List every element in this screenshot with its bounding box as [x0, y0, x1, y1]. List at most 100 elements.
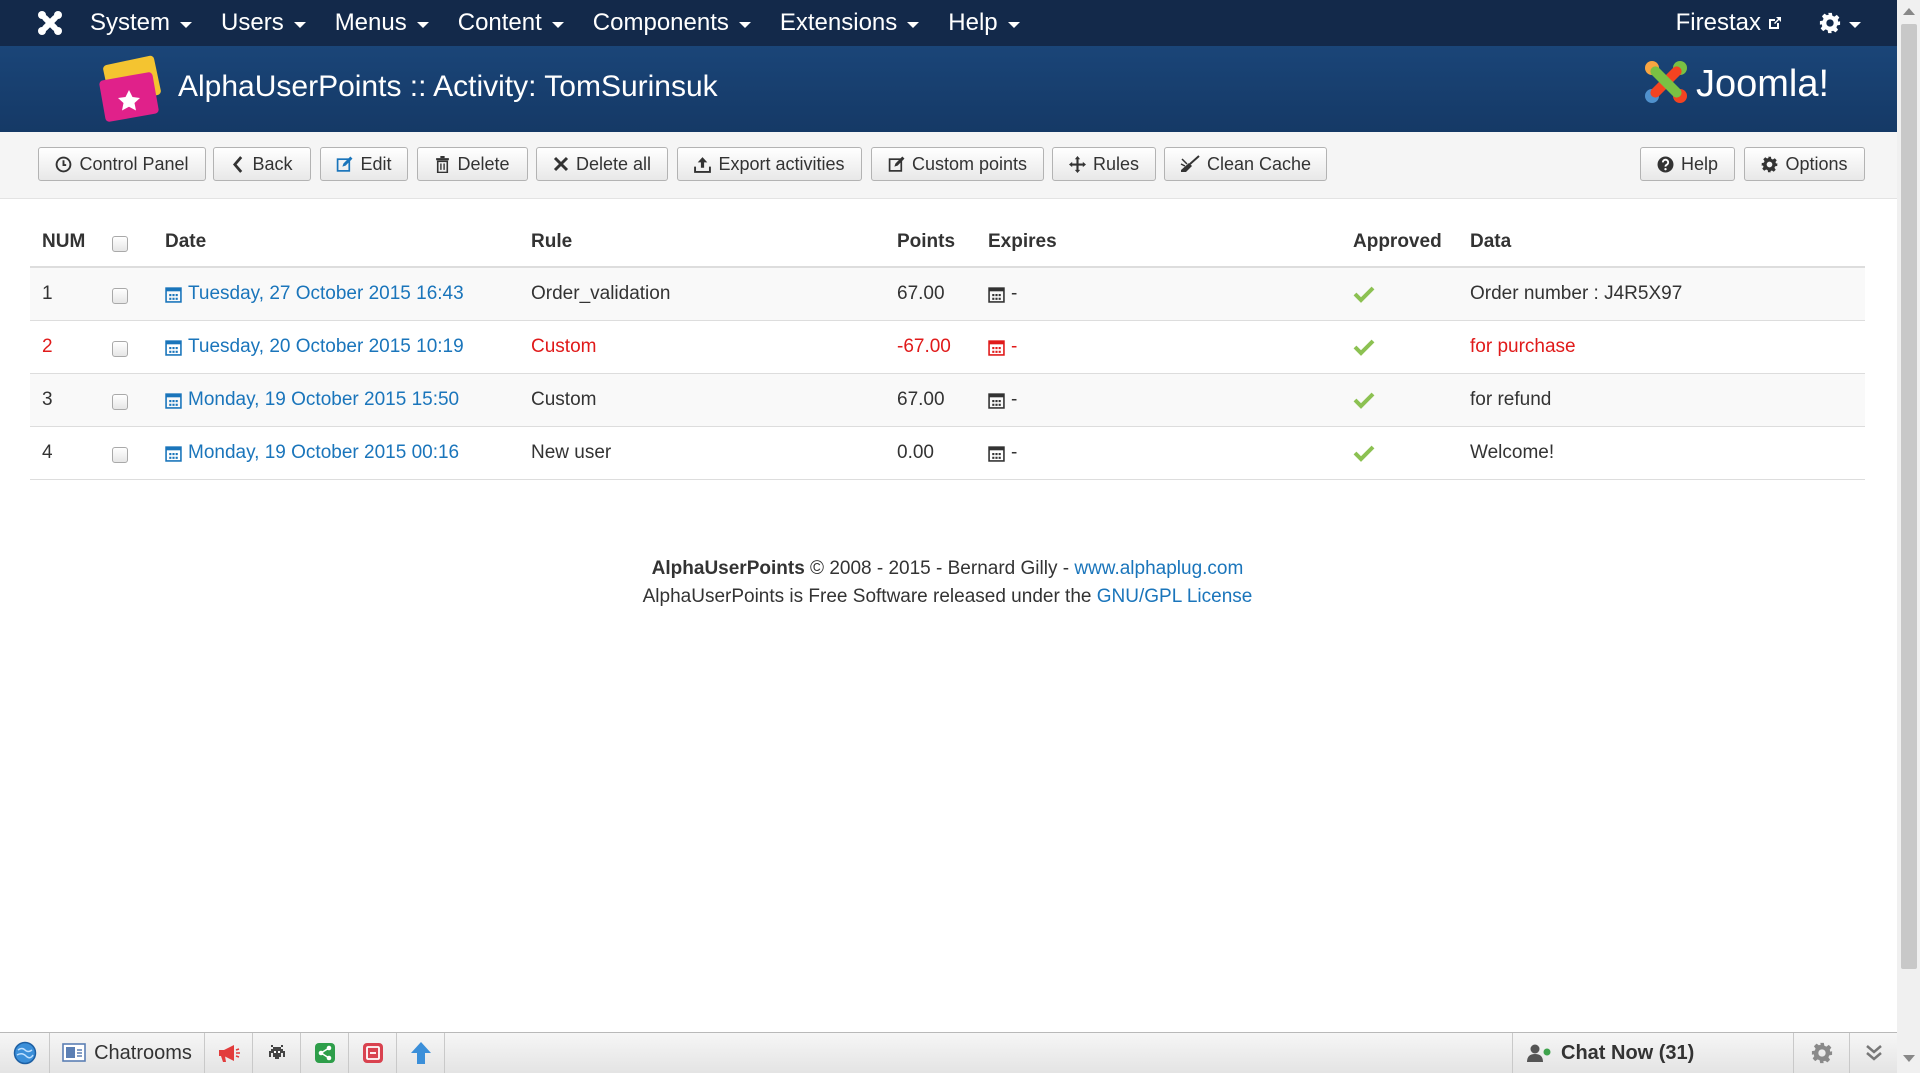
joomla-brand-text: Joomla!	[1696, 63, 1829, 105]
caret-down-icon	[1007, 21, 1020, 28]
row-data: Welcome!	[1470, 442, 1555, 463]
chat-home-button[interactable]	[0, 1033, 50, 1073]
menu-users[interactable]: Users	[221, 9, 306, 37]
chatrooms-button[interactable]: Chatrooms	[50, 1033, 205, 1073]
chat-settings-button[interactable]	[1794, 1033, 1850, 1073]
row-checkbox[interactable]	[112, 341, 128, 357]
external-link-icon	[1769, 17, 1781, 29]
row-checkbox[interactable]	[112, 394, 128, 410]
control-panel-button[interactable]: Control Panel	[38, 147, 206, 181]
double-chevron-down-icon	[1865, 1045, 1882, 1061]
export-activities-label: Export activities	[718, 153, 845, 174]
arrow-up-icon	[410, 1042, 431, 1064]
row-date-link[interactable]: Monday, 19 October 2015 15:50	[165, 374, 459, 426]
scrollbar-thumb[interactable]	[1901, 24, 1917, 969]
row-date-link[interactable]: Tuesday, 20 October 2015 10:19	[165, 321, 464, 373]
row-rule: Order_validation	[531, 283, 671, 304]
options-button[interactable]: Options	[1744, 147, 1865, 181]
help-button[interactable]: Help	[1640, 147, 1735, 181]
joomla-brand-logo: Joomla!	[1645, 61, 1829, 105]
component-footer: AlphaUserPoints © 2008 - 2015 - Bernard …	[0, 555, 1895, 611]
footer-line-2: AlphaUserPoints is Free Software release…	[0, 583, 1895, 611]
row-points: 67.00	[897, 389, 945, 410]
site-link[interactable]: Firestax	[1676, 9, 1783, 37]
share-button[interactable]	[301, 1033, 349, 1073]
delete-all-button[interactable]: Delete all	[536, 147, 668, 181]
menu-help[interactable]: Help	[948, 9, 1020, 37]
site-name-label: Firestax	[1675, 9, 1761, 36]
menu-system[interactable]: System	[90, 9, 193, 37]
export-activities-button[interactable]: Export activities	[677, 147, 862, 181]
upload-button[interactable]	[397, 1033, 445, 1073]
header-approved[interactable]: Approved	[1353, 218, 1442, 266]
row-data: Order number : J4R5X97	[1470, 283, 1683, 304]
menu-menus-label: Menus	[334, 9, 407, 36]
scroll-up-arrow-icon[interactable]	[1903, 8, 1915, 15]
gear-icon	[1819, 12, 1841, 34]
row-approved	[1353, 268, 1375, 320]
row-approved	[1353, 427, 1375, 479]
games-button[interactable]	[253, 1033, 301, 1073]
row-select-cell	[112, 374, 128, 426]
row-data: for refund	[1470, 389, 1552, 410]
row-checkbox[interactable]	[112, 447, 128, 463]
header-points[interactable]: Points	[897, 218, 955, 266]
custom-points-button[interactable]: Custom points	[871, 147, 1044, 181]
calendar-icon	[165, 392, 182, 409]
menu-menus[interactable]: Menus	[335, 9, 429, 37]
chat-minimize-button[interactable]	[1850, 1033, 1897, 1073]
clean-cache-button[interactable]: Clean Cache	[1164, 147, 1327, 181]
control-panel-icon	[56, 156, 72, 172]
table-row: 3 Monday, 19 October 2015 15:50 Custom 6…	[30, 374, 1865, 427]
header-num[interactable]: NUM	[42, 218, 85, 266]
menu-components[interactable]: Components	[593, 9, 751, 37]
user-settings-dropdown[interactable]	[1819, 12, 1861, 34]
menu-content[interactable]: Content	[458, 9, 564, 37]
custom-points-label: Custom points	[911, 153, 1028, 174]
header-data[interactable]: Data	[1470, 218, 1511, 266]
back-button[interactable]: Back	[213, 147, 311, 181]
row-num: 4	[42, 442, 53, 463]
clean-cache-label: Clean Cache	[1206, 153, 1312, 174]
chatrooms-label: Chatrooms	[94, 1041, 192, 1064]
row-expires-text: -	[1011, 442, 1018, 463]
gear-icon	[1762, 156, 1778, 172]
delete-button[interactable]: Delete	[417, 147, 528, 181]
menu-extensions[interactable]: Extensions	[780, 9, 920, 37]
delete-all-label: Delete all	[575, 153, 652, 174]
chat-now-button[interactable]: Chat Now (31)	[1512, 1033, 1794, 1073]
row-checkbox[interactable]	[112, 288, 128, 304]
row-date-text: Monday, 19 October 2015 00:16	[188, 442, 460, 463]
header-date[interactable]: Date	[165, 218, 206, 266]
apps-button[interactable]	[349, 1033, 397, 1073]
checkmark-icon	[1353, 339, 1375, 356]
row-date-link[interactable]: Tuesday, 27 October 2015 16:43	[165, 268, 464, 320]
header-rule[interactable]: Rule	[531, 218, 572, 266]
caret-down-icon	[907, 21, 920, 28]
footer-license-link[interactable]: GNU/GPL License	[1097, 586, 1253, 607]
trash-icon	[436, 155, 450, 173]
row-expires-text: -	[1011, 389, 1018, 410]
edit-icon	[337, 156, 353, 172]
calendar-icon	[988, 445, 1005, 462]
users-online-icon	[1527, 1044, 1551, 1062]
row-select-cell	[112, 427, 128, 479]
admin-menubar: System Users Menus Content Components Ex…	[0, 0, 1897, 46]
delete-label: Delete	[457, 153, 510, 174]
question-icon	[1657, 156, 1674, 172]
announcements-button[interactable]	[205, 1033, 253, 1073]
header-expires[interactable]: Expires	[988, 218, 1057, 266]
activity-table: NUM Date Rule Points Expires Approved Da…	[30, 218, 1865, 480]
menu-system-label: System	[90, 9, 171, 36]
globe-icon	[13, 1041, 36, 1065]
edit-button[interactable]: Edit	[320, 147, 408, 181]
menubar-right: Firestax	[1676, 0, 1897, 46]
scroll-down-arrow-icon[interactable]	[1903, 1055, 1915, 1062]
main-menu: System Users Menus Content Components Ex…	[90, 9, 1049, 37]
vertical-scrollbar[interactable]	[1897, 0, 1920, 1073]
rules-button[interactable]: Rules	[1052, 147, 1156, 181]
row-date-link[interactable]: Monday, 19 October 2015 00:16	[165, 427, 459, 479]
footer-site-link[interactable]: www.alphaplug.com	[1074, 558, 1243, 579]
select-all-checkbox[interactable]	[112, 236, 128, 252]
joomla-icon[interactable]	[36, 9, 64, 37]
